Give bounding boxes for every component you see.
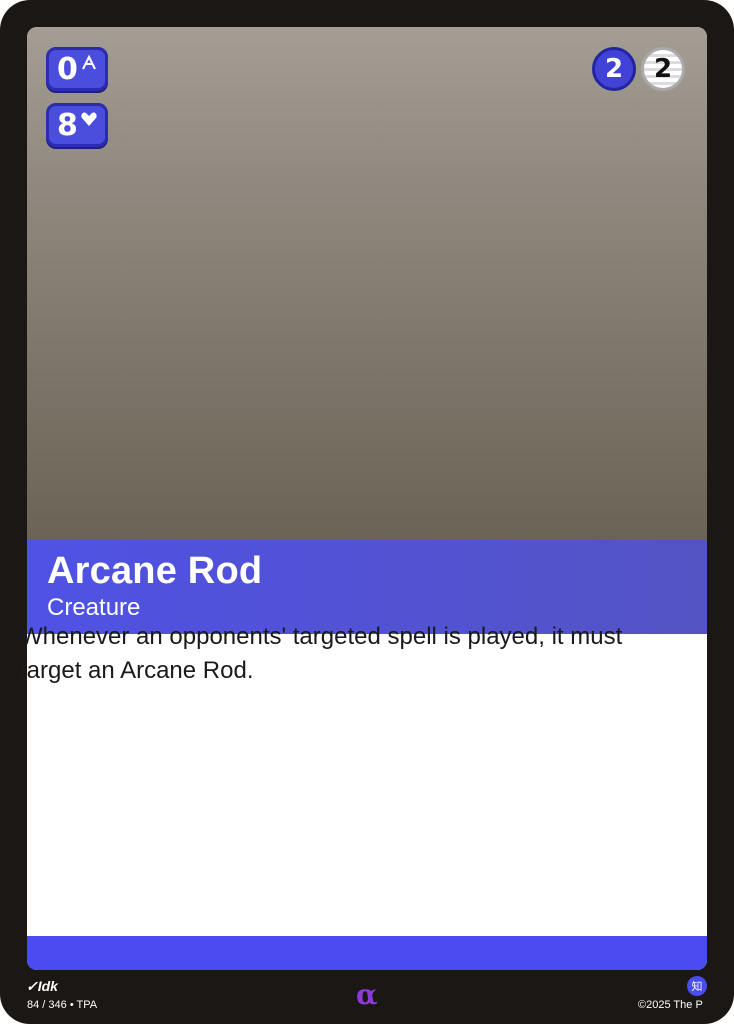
heart-icon [80,110,98,132]
card-art: 0 8 2 2 [27,27,707,540]
brush-icon: ✓ [26,978,38,994]
colored-cost: 2 [592,47,636,91]
copyright: ©2025 The P [638,999,703,1011]
health-value: 8 [57,107,78,143]
rarity-symbol: α [356,978,378,1011]
artist-name: Idk [37,978,58,994]
speed-icon [80,54,98,76]
rules-text: Whenever an opponents' targeted spell is… [20,623,623,684]
set-info: 84 / 346 • TPA [27,999,98,1011]
bottom-bar [27,936,707,970]
artist-credit: ✓Idk [26,978,58,995]
card-frame: 0 8 2 2 Arcane Rod Creature [27,27,707,970]
generic-cost: 2 [641,47,685,91]
card-type: Creature [47,594,141,621]
speed-stat: 0 [46,47,108,91]
card-name: Arcane Rod [47,550,263,592]
health-stat: 8 [46,103,108,147]
speed-value: 0 [57,51,78,87]
card: 0 8 2 2 Arcane Rod Creature Whenever an … [0,0,734,1024]
knowledge-icon: 知 [687,976,707,996]
